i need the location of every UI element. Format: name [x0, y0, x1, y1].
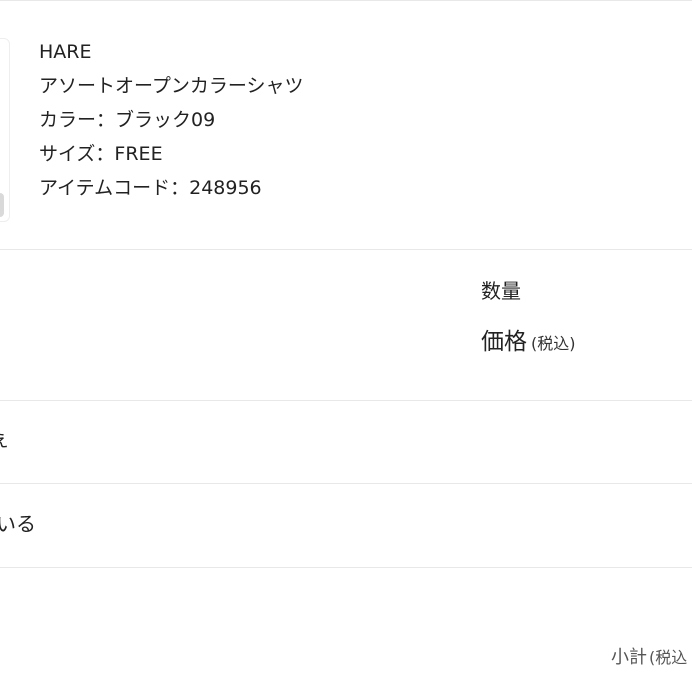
left-option-text[interactable]: ぇ — [0, 426, 10, 452]
subtotal-label-text: 小計 — [611, 647, 647, 668]
product-name[interactable]: アソートオープンカラーシャツ — [39, 74, 303, 98]
product-color: カラー：ブラック09 — [39, 109, 216, 131]
divider — [0, 567, 692, 568]
product-brand: HARE — [39, 41, 92, 63]
price-tax-note: (税込) — [531, 334, 576, 353]
price-label: 価格 (税込) — [481, 328, 576, 358]
quantity-label: 数量 — [481, 279, 521, 303]
thumbnail-edge — [0, 193, 4, 217]
top-divider — [0, 0, 692, 1]
subtotal-label: 小計 (税込 — [611, 646, 687, 670]
subtotal-tax-note: (税込 — [649, 648, 688, 667]
divider — [0, 483, 692, 484]
product-item-code: アイテムコード：248956 — [39, 177, 262, 199]
product-size: サイズ：FREE — [39, 143, 163, 165]
divider — [0, 400, 692, 401]
divider — [0, 249, 692, 250]
price-label-text: 価格 — [481, 329, 527, 355]
cart-page: HARE アソートオープンカラーシャツ カラー：ブラック09 サイズ：FREE … — [0, 0, 692, 692]
left-option-text[interactable]: いる — [0, 511, 36, 537]
